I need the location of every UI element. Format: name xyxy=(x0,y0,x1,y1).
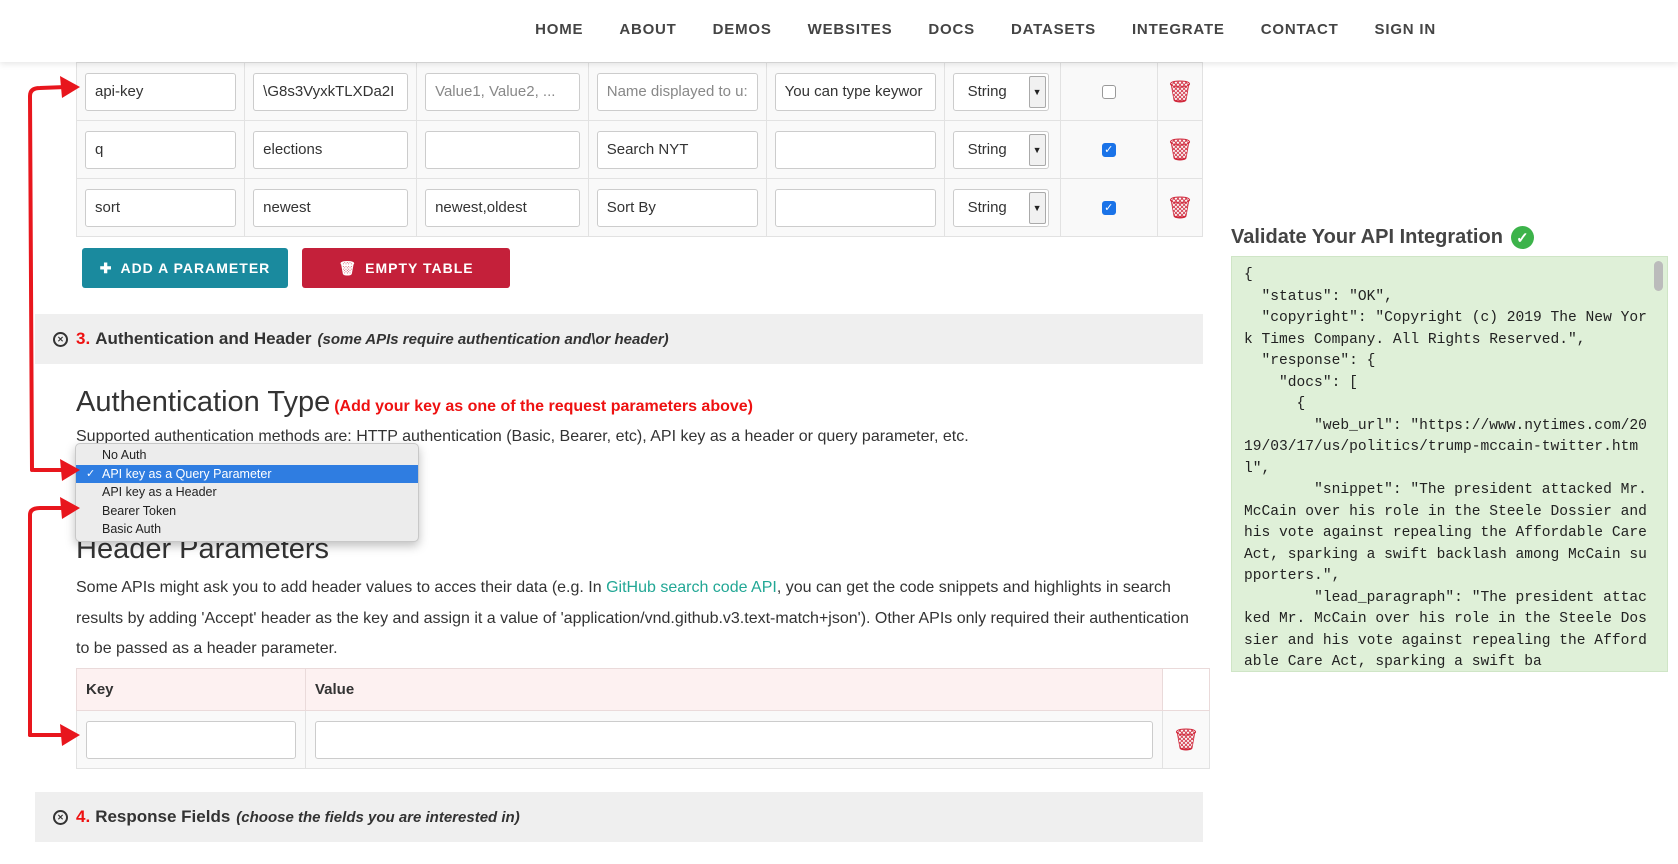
main-content: api-key \G8s3VyxkTLXDa2I Value1, Value2, .… xyxy=(0,0,1220,864)
param-display-name-input[interactable]: Name displayed to u: xyxy=(596,72,758,111)
main-nav: HOME ABOUT DEMOS WEBSITES DOCS DATASETS … xyxy=(517,0,1454,58)
github-search-link[interactable]: GitHub search code API xyxy=(606,579,777,596)
type-label: String xyxy=(967,199,1007,216)
option-label: No Auth xyxy=(102,448,147,463)
nav-contact[interactable]: CONTACT xyxy=(1243,21,1357,38)
param-options-input[interactable]: newest,oldest xyxy=(425,188,580,227)
nav-docs[interactable]: DOCS xyxy=(910,21,993,38)
add-parameter-button[interactable]: ✚ ADD A PARAMETER xyxy=(82,248,288,288)
auth-option-query-param[interactable]: ✓ API key as a Query Parameter xyxy=(76,464,418,483)
chevron-down-icon: ▼ xyxy=(1028,133,1046,166)
param-key-input[interactable]: q xyxy=(85,130,237,169)
header-parameters-table: Key Value 🗑 xyxy=(76,668,1210,769)
required-checkbox[interactable] xyxy=(1101,84,1116,99)
param-value-input[interactable]: \G8s3VyxkTLXDa2I xyxy=(253,72,409,111)
section-authentication-header[interactable]: ✕ 3. Authentication and Header (some API… xyxy=(35,314,1203,364)
section-title: Authentication and Header xyxy=(95,329,312,348)
delete-row-icon[interactable]: 🗑 xyxy=(1162,710,1210,769)
auth-option-basic[interactable]: Basic Auth xyxy=(76,520,418,539)
nav-sign-in[interactable]: SIGN IN xyxy=(1357,21,1454,38)
param-description-input[interactable] xyxy=(774,188,936,227)
nav-websites[interactable]: WEBSITES xyxy=(790,21,911,38)
header-params-description: Some APIs might ask you to add header va… xyxy=(76,573,1206,665)
table-row: 🗑 xyxy=(76,710,1210,769)
check-circle-icon: ✓ xyxy=(1510,226,1534,249)
auth-type-note: (Add your key as one of the request para… xyxy=(334,398,753,415)
header-key-input[interactable] xyxy=(86,720,296,759)
validate-heading: Validate Your API Integration ✓ xyxy=(1231,226,1534,249)
auth-option-header[interactable]: API key as a Header xyxy=(76,483,418,502)
section-number: 3. xyxy=(76,329,91,348)
plus-icon: ✚ xyxy=(99,259,113,276)
chevron-down-icon: ▼ xyxy=(1028,75,1046,108)
option-label: API key as a Header xyxy=(102,485,217,500)
section-note: (choose the fields you are interested in… xyxy=(236,808,520,826)
auth-type-dropdown[interactable]: No Auth ✓ API key as a Query Parameter AP… xyxy=(75,443,419,542)
chevron-down-icon: ▼ xyxy=(1028,191,1046,224)
option-label: Basic Auth xyxy=(102,522,162,537)
param-type-select[interactable]: String ▼ xyxy=(952,72,1049,111)
param-type-select[interactable]: String ▼ xyxy=(952,130,1049,169)
col-actions xyxy=(1162,668,1210,711)
param-value-input[interactable]: newest xyxy=(253,188,409,227)
delete-row-icon[interactable]: 🗑 xyxy=(1157,120,1203,179)
table-row: sort newest newest,oldest Sort By String ▼ ✓ 🗑 xyxy=(75,178,1203,237)
auth-option-no-auth[interactable]: No Auth xyxy=(76,446,418,465)
collapse-icon[interactable]: ✕ xyxy=(53,331,68,347)
table-row: q elections Search NYT String ▼ ✓ 🗑 xyxy=(75,120,1203,179)
param-display-name-input[interactable]: Sort By xyxy=(596,188,758,227)
param-description-input[interactable] xyxy=(774,130,936,169)
nav-about[interactable]: ABOUT xyxy=(601,21,694,38)
empty-table-label: EMPTY TABLE xyxy=(365,260,474,276)
section-note: (some APIs require authentication and\or… xyxy=(317,330,669,348)
param-options-input[interactable] xyxy=(425,130,580,169)
option-label: API key as a Query Parameter xyxy=(102,466,272,481)
empty-table-button[interactable]: 🗑 EMPTY TABLE xyxy=(302,248,510,288)
section-number: 4. xyxy=(76,807,91,826)
json-output: { "status": "OK", "copyright": "Copyrigh… xyxy=(1244,267,1647,670)
param-key-input[interactable]: sort xyxy=(85,188,237,227)
delete-row-icon[interactable]: 🗑 xyxy=(1157,178,1203,237)
param-key-input[interactable]: api-key xyxy=(85,72,237,111)
nav-demos[interactable]: DEMOS xyxy=(695,21,790,38)
request-parameters-table: api-key \G8s3VyxkTLXDa2I Value1, Value2, .… xyxy=(75,62,1203,237)
trash-icon: 🗑 xyxy=(338,259,358,276)
param-description-input[interactable]: You can type keywor xyxy=(774,72,936,111)
param-type-select[interactable]: String ▼ xyxy=(952,188,1049,227)
para-text: Some APIs might ask you to add header va… xyxy=(76,579,607,596)
auth-type-heading: Authentication Type (Add your key as one … xyxy=(76,386,753,419)
option-label: Bearer Token xyxy=(102,503,177,518)
collapse-icon[interactable]: ✕ xyxy=(53,809,68,825)
param-value-input[interactable]: elections xyxy=(253,130,409,169)
auth-option-bearer[interactable]: Bearer Token xyxy=(76,502,418,521)
section-response-fields[interactable]: ✕ 4. Response Fields (choose the fields … xyxy=(35,792,1203,842)
check-icon: ✓ xyxy=(86,468,96,481)
col-key: Key xyxy=(76,668,306,711)
nav-home[interactable]: HOME xyxy=(517,21,601,38)
scrollbar-thumb[interactable] xyxy=(1654,261,1663,291)
table-row: api-key \G8s3VyxkTLXDa2I Value1, Value2, .… xyxy=(75,62,1203,121)
api-response-preview[interactable]: { "status": "OK", "copyright": "Copyrigh… xyxy=(1231,256,1668,672)
required-checkbox[interactable]: ✓ xyxy=(1101,200,1116,215)
auth-type-title: Authentication Type xyxy=(76,386,331,418)
nav-datasets[interactable]: DATASETS xyxy=(993,21,1114,38)
col-value: Value xyxy=(305,668,1163,711)
nav-integrate[interactable]: INTEGRATE xyxy=(1114,21,1243,38)
top-navbar: HOME ABOUT DEMOS WEBSITES DOCS DATASETS … xyxy=(0,0,1678,62)
param-options-input[interactable]: Value1, Value2, ... xyxy=(425,72,580,111)
add-parameter-label: ADD A PARAMETER xyxy=(120,260,271,276)
param-display-name-input[interactable]: Search NYT xyxy=(596,130,758,169)
delete-row-icon[interactable]: 🗑 xyxy=(1157,62,1203,121)
validate-title: Validate Your API Integration xyxy=(1231,226,1503,248)
header-value-input[interactable] xyxy=(315,720,1153,759)
type-label: String xyxy=(967,141,1007,158)
required-checkbox[interactable]: ✓ xyxy=(1101,142,1116,157)
type-label: String xyxy=(967,83,1007,100)
section-title: Response Fields xyxy=(95,807,231,826)
